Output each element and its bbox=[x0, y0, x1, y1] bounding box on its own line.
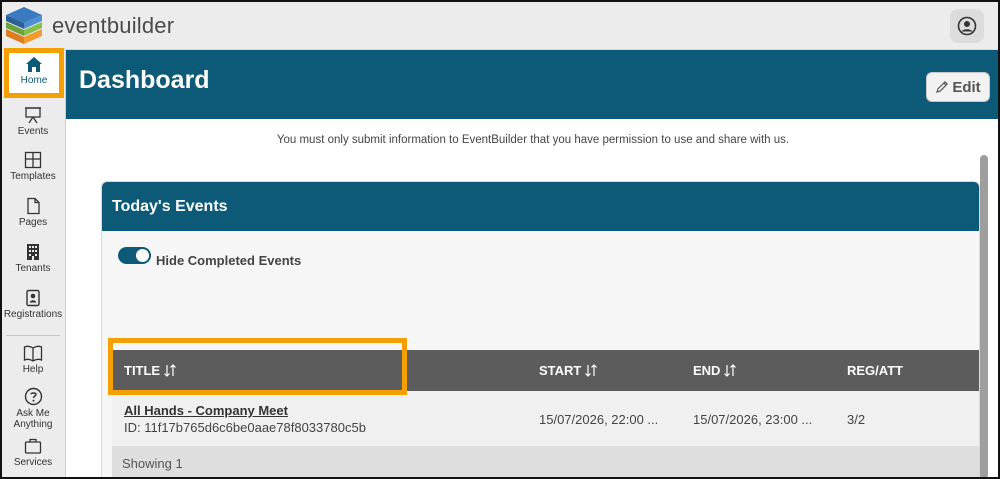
permission-notice: You must only submit information to Even… bbox=[276, 134, 790, 146]
toggle-label: Hide Completed Events bbox=[156, 253, 302, 268]
column-label: END bbox=[693, 363, 721, 378]
column-header-title[interactable]: TITLE bbox=[124, 363, 177, 378]
page-title: Dashboard bbox=[79, 66, 210, 94]
column-header-start[interactable]: START bbox=[539, 363, 598, 378]
book-icon bbox=[23, 345, 43, 362]
event-title-link[interactable]: All Hands - Company Meet bbox=[124, 403, 288, 418]
question-icon bbox=[24, 387, 42, 406]
top-bar: eventbuilder bbox=[0, 0, 1000, 50]
sidebar-item-label: Help bbox=[22, 364, 44, 375]
sidebar-item-label: Services bbox=[13, 457, 53, 468]
event-id: ID: 11f17b765d6c6be0aae78f8033780c5b bbox=[124, 420, 366, 435]
briefcase-icon bbox=[24, 438, 42, 454]
sidebar-item-label: Pages bbox=[18, 217, 48, 228]
sidebar-item-templates[interactable]: Templates bbox=[0, 151, 66, 197]
hide-completed-toggle[interactable] bbox=[118, 247, 151, 264]
sidebar-item-label: Tenants bbox=[15, 263, 51, 274]
table-footer: Showing 1 bbox=[112, 446, 979, 478]
sidebar-divider bbox=[6, 335, 60, 336]
card-body: Hide Completed Events TITLE START END RE… bbox=[102, 231, 979, 478]
sidebar-item-label: Templates bbox=[10, 171, 56, 182]
event-reg-att: 3/2 bbox=[847, 412, 866, 427]
column-label: TITLE bbox=[124, 363, 161, 378]
column-header-end[interactable]: END bbox=[693, 363, 737, 378]
card-header: Today's Events bbox=[102, 182, 979, 231]
table-header: TITLE START END REG/ATT bbox=[112, 350, 979, 391]
sidebar-item-registrations[interactable]: Registrations bbox=[0, 289, 66, 335]
edit-button[interactable]: Edit bbox=[926, 72, 990, 102]
sidebar-item-label: Registrations bbox=[3, 309, 63, 320]
home-icon bbox=[26, 57, 42, 72]
sidebar-item-ask-me-anything[interactable]: Ask Me Anything bbox=[0, 387, 66, 435]
presentation-icon bbox=[25, 107, 41, 124]
sidebar-item-services[interactable]: Services bbox=[0, 437, 66, 479]
edit-button-label: Edit bbox=[952, 78, 981, 96]
sidebar-item-label: Home bbox=[20, 75, 48, 86]
user-icon bbox=[957, 16, 977, 36]
event-end: 15/07/2026, 23:00 ... bbox=[693, 412, 813, 427]
table-row[interactable]: All Hands - Company Meet ID: 11f17b765d6… bbox=[112, 391, 979, 446]
sort-icon bbox=[164, 364, 177, 377]
badge-icon bbox=[26, 289, 40, 307]
column-label: START bbox=[539, 363, 582, 378]
todays-events-card: Today's Events Hide Completed Events TIT… bbox=[101, 181, 980, 479]
column-label: REG/ATT bbox=[847, 363, 904, 378]
card-title: Today's Events bbox=[112, 198, 228, 215]
pencil-icon bbox=[936, 80, 949, 93]
showing-count: Showing 1 bbox=[122, 456, 183, 471]
event-start: 15/07/2026, 22:00 ... bbox=[539, 412, 659, 427]
page-header: Dashboard Edit bbox=[66, 50, 1000, 119]
scrollbar[interactable] bbox=[980, 155, 988, 479]
page-icon bbox=[27, 197, 40, 215]
sidebar: Home Events Templates Pages Tenants Regi… bbox=[0, 48, 66, 479]
sidebar-item-label: Ask Me Anything bbox=[13, 408, 53, 430]
layout-icon bbox=[24, 151, 42, 169]
sidebar-item-tenants[interactable]: Tenants bbox=[0, 243, 66, 289]
sidebar-item-label: Events bbox=[17, 126, 49, 137]
sort-icon bbox=[585, 364, 598, 377]
brand-name: eventbuilder bbox=[52, 13, 175, 38]
sidebar-item-events[interactable]: Events bbox=[0, 106, 66, 152]
sidebar-item-home[interactable]: Home bbox=[4, 48, 64, 98]
eventbuilder-logo[interactable] bbox=[4, 5, 44, 47]
column-header-reg-att: REG/ATT bbox=[847, 363, 903, 378]
sort-icon bbox=[724, 364, 737, 377]
building-icon bbox=[27, 244, 39, 260]
profile-button[interactable] bbox=[950, 9, 984, 43]
toggle-knob bbox=[136, 249, 149, 262]
sidebar-item-pages[interactable]: Pages bbox=[0, 197, 66, 243]
sidebar-item-help[interactable]: Help bbox=[0, 345, 66, 391]
